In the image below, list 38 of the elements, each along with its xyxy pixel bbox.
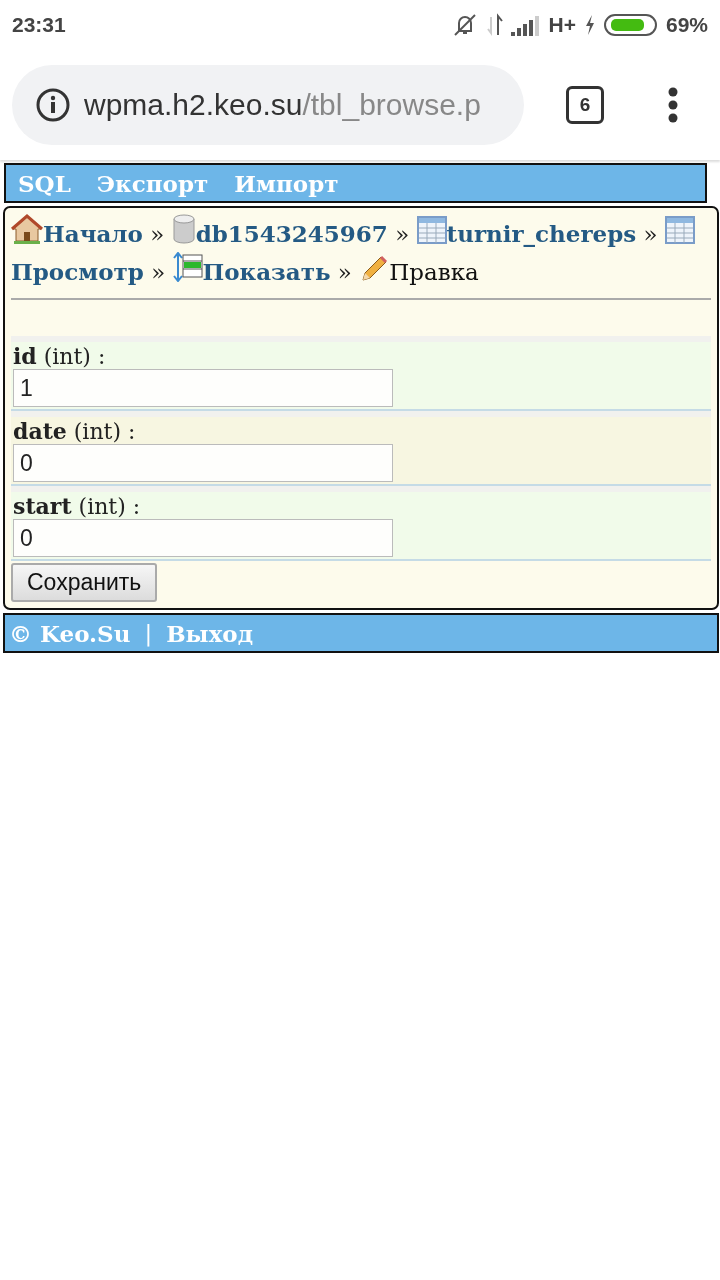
battery-icon [603, 13, 658, 37]
clock: 23:31 [12, 13, 66, 37]
breadcrumb-link[interactable]: turnir_chereps [446, 220, 637, 247]
database-icon [171, 214, 196, 244]
input-field[interactable]: 0 [13, 444, 393, 482]
field-label: date (int) : [13, 419, 137, 444]
breadcrumb-separator: » [395, 221, 410, 247]
field-label: start (int) : [13, 494, 142, 519]
input-field[interactable]: 0 [13, 519, 393, 557]
signal-icon [510, 14, 541, 36]
breadcrumb-link[interactable]: Просмотр [11, 258, 144, 285]
menu-icon[interactable] [668, 87, 678, 123]
save-button[interactable]: Сохранить [11, 563, 158, 602]
copyright: © Keo.Su [9, 619, 131, 647]
breadcrumb-separator: » [643, 221, 658, 247]
table-icon [416, 216, 447, 244]
breadcrumb-link[interactable]: Начало [43, 220, 143, 247]
network-type: H+ [548, 13, 576, 37]
input-field[interactable]: 1 [13, 369, 393, 407]
url-host: wpma.h2.keo.su [84, 88, 303, 121]
breadcrumb-link[interactable]: Показать [202, 258, 331, 285]
house-icon [11, 214, 43, 244]
columns-icon [172, 252, 203, 282]
pencil-icon [359, 254, 390, 282]
url-path: /tbl_browse.p [302, 88, 481, 121]
table-icon [664, 216, 695, 244]
breadcrumb-current: Правка [389, 259, 479, 285]
battery-percent: 69% [665, 13, 708, 37]
footer-separator: | [144, 620, 153, 646]
field-label: id (int) : [13, 344, 107, 369]
breadcrumb-separator: » [151, 259, 166, 285]
tab-count-button[interactable]: 6 [566, 86, 604, 124]
breadcrumb-separator: » [337, 259, 352, 285]
breadcrumb-separator: » [150, 221, 165, 247]
address-bar[interactable]: wpma.h2.keo.su/tbl_browse.p [12, 65, 524, 145]
info-icon [36, 88, 70, 122]
breadcrumb-link[interactable]: db1543245967 [195, 220, 388, 247]
charging-icon [583, 14, 596, 36]
